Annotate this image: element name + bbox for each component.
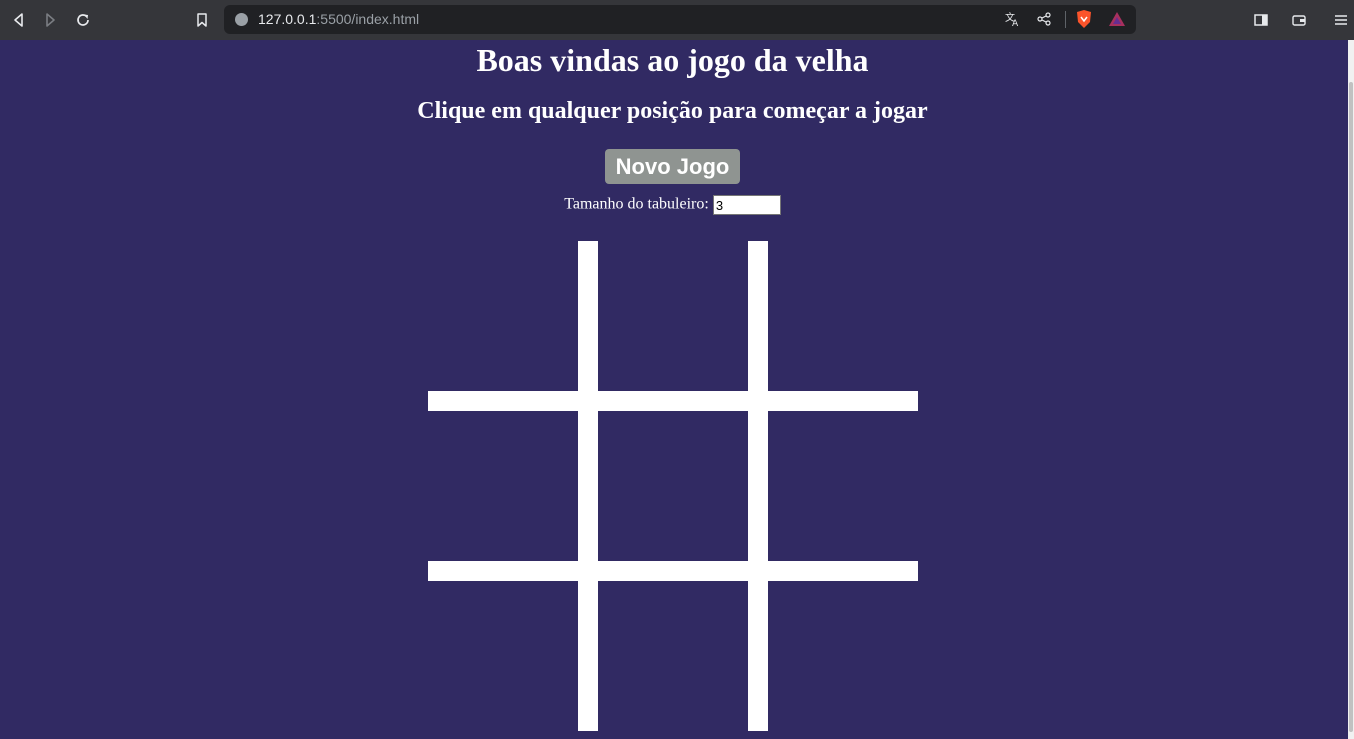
- address-bar[interactable]: 127.0.0.1:5500/index.html 文A: [224, 5, 1136, 34]
- grid-line-horizontal: [428, 561, 918, 581]
- share-icon[interactable]: [1034, 9, 1054, 29]
- board-cell[interactable]: [598, 581, 748, 731]
- board-cell[interactable]: [768, 581, 918, 731]
- scrollbar-thumb[interactable]: [1349, 82, 1353, 732]
- grid-line-vertical: [748, 241, 768, 731]
- page-subtitle: Clique em qualquer posição para começar …: [417, 98, 928, 124]
- board-cell[interactable]: [598, 411, 748, 561]
- board-cell[interactable]: [428, 241, 578, 391]
- back-icon[interactable]: [8, 9, 30, 31]
- board-cell[interactable]: [428, 581, 578, 731]
- brave-rewards-icon[interactable]: [1107, 9, 1127, 29]
- new-game-button[interactable]: Novo Jogo: [605, 149, 740, 184]
- bookmark-icon[interactable]: [191, 9, 213, 31]
- page-title: Boas vindas ao jogo da velha: [476, 42, 869, 78]
- board-size-input[interactable]: [712, 195, 781, 215]
- toolbar-separator: [1065, 11, 1066, 28]
- reload-icon[interactable]: [72, 9, 94, 31]
- page-scrollbar[interactable]: [1348, 40, 1354, 739]
- grid-line-vertical: [578, 241, 598, 731]
- board-cell[interactable]: [598, 241, 748, 391]
- game-board: [428, 241, 918, 731]
- board-cell[interactable]: [768, 411, 918, 561]
- board-size-row: Tamanho do tabuleiro:: [0, 195, 1345, 215]
- browser-toolbar: 127.0.0.1:5500/index.html 文A: [0, 0, 1354, 40]
- menu-icon[interactable]: [1330, 9, 1352, 31]
- svg-text:A: A: [1012, 19, 1019, 27]
- translate-icon[interactable]: 文A: [1003, 9, 1023, 29]
- url-path: :5500/index.html: [316, 11, 420, 27]
- board-size-label: Tamanho do tabuleiro:: [564, 195, 709, 213]
- brave-shield-icon[interactable]: [1074, 9, 1094, 29]
- url-host: 127.0.0.1: [258, 11, 317, 27]
- url-text[interactable]: 127.0.0.1:5500/index.html: [258, 11, 419, 27]
- grid-line-horizontal: [428, 391, 918, 411]
- page-content: Boas vindas ao jogo da velha Clique em q…: [0, 40, 1348, 739]
- site-info-icon[interactable]: [235, 13, 248, 26]
- wallet-icon[interactable]: [1288, 9, 1310, 31]
- forward-icon[interactable]: [39, 9, 61, 31]
- sidebar-icon[interactable]: [1250, 9, 1272, 31]
- board-cell[interactable]: [768, 241, 918, 391]
- board-cell[interactable]: [428, 411, 578, 561]
